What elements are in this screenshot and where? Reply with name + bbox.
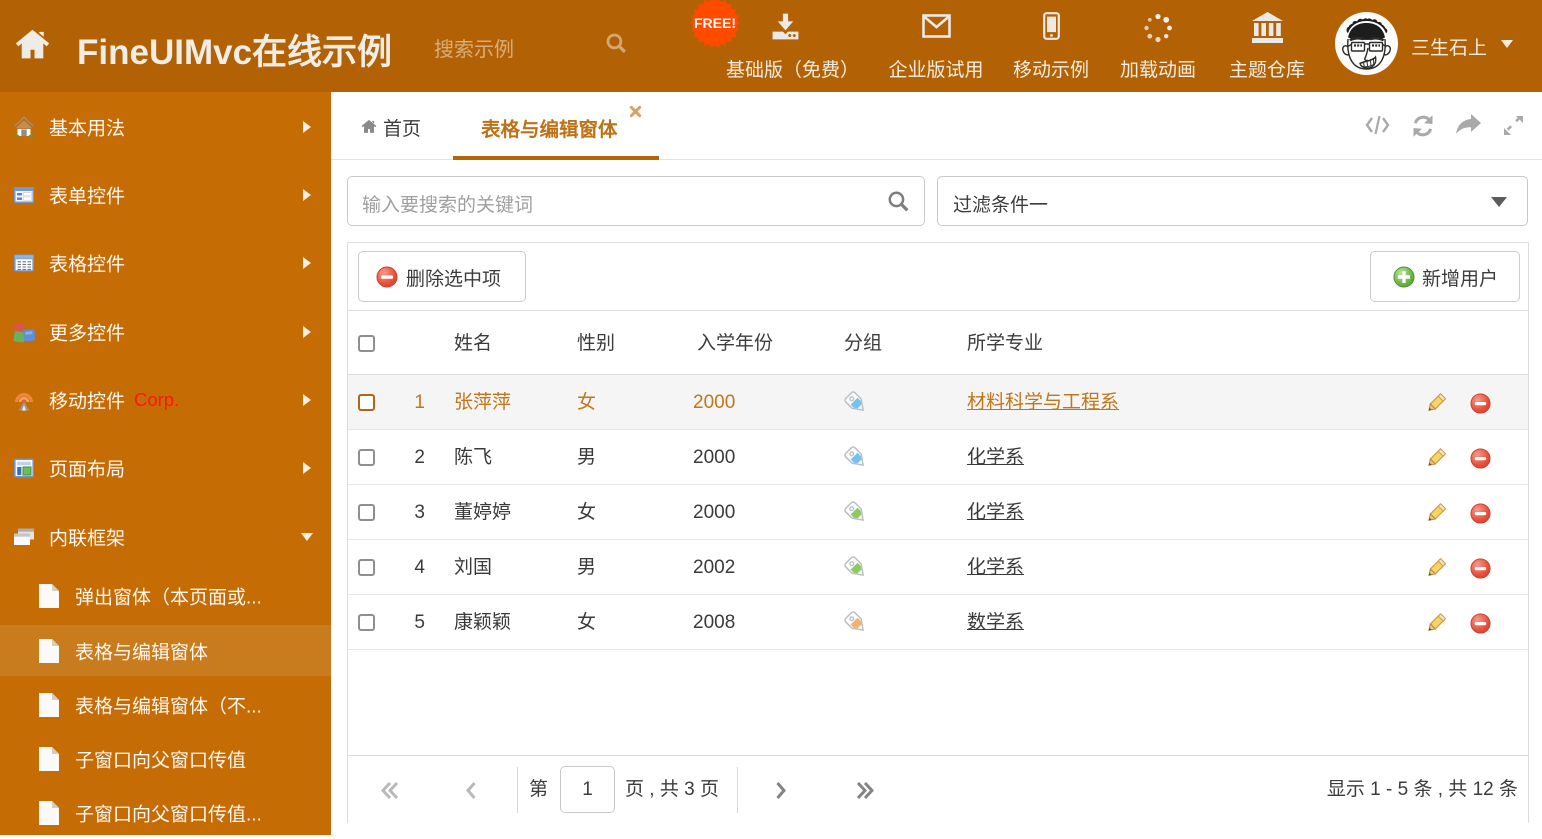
svg-text:FREE!: FREE!: [694, 15, 736, 31]
